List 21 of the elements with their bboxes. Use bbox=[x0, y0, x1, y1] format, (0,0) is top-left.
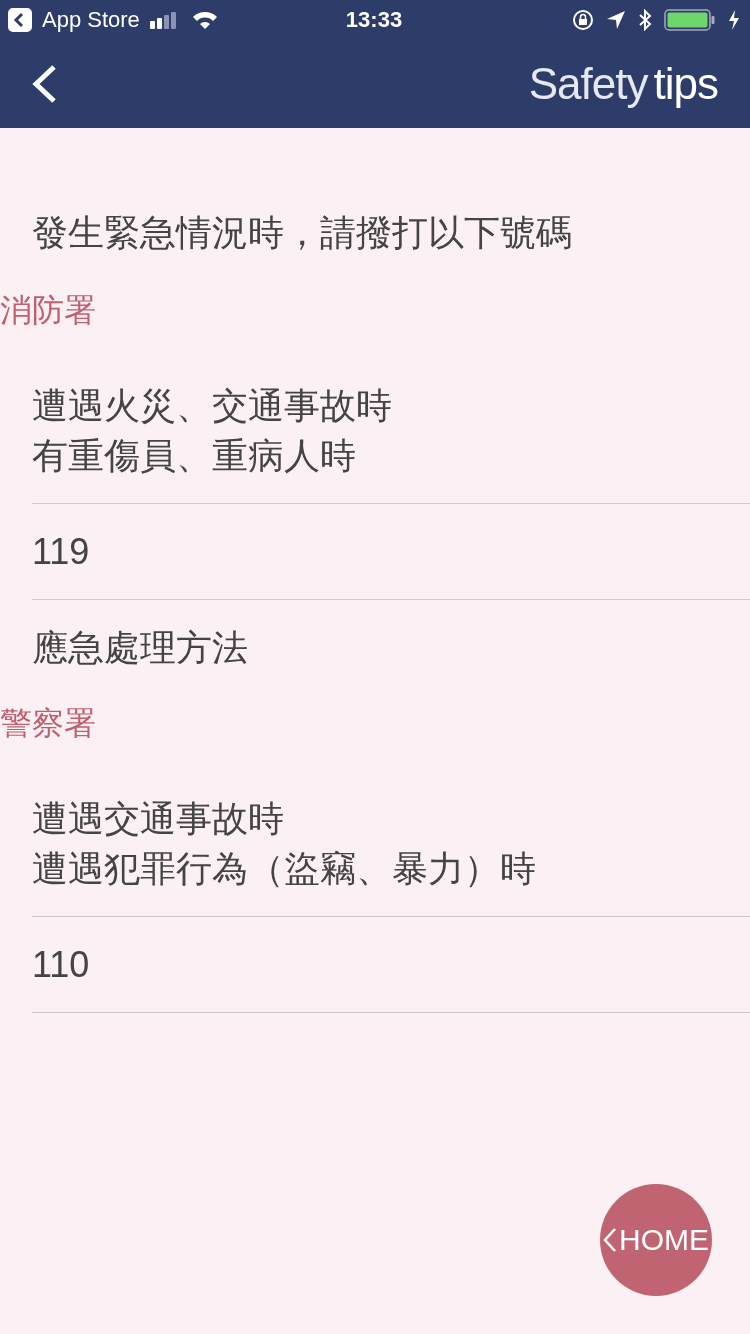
rotation-lock-icon bbox=[572, 9, 594, 31]
wifi-icon bbox=[191, 10, 218, 30]
section-heading: 警察署 bbox=[0, 704, 97, 743]
description-text: 遭遇交通事故時 遭遇犯罪行為（盜竊、暴力）時 bbox=[32, 797, 537, 891]
clock-time: 13:33 bbox=[345, 7, 403, 33]
location-arrow-icon bbox=[606, 10, 626, 30]
charging-bolt-icon bbox=[728, 10, 740, 30]
intro-text: 發生緊急情況時，請撥打以下號碼 bbox=[31, 211, 573, 255]
phone-number[interactable]: 119 bbox=[32, 527, 750, 577]
battery-icon bbox=[664, 9, 716, 31]
back-icon[interactable] bbox=[8, 8, 32, 32]
bluetooth-icon bbox=[638, 9, 652, 31]
first-aid-link[interactable]: 應急處理方法 bbox=[32, 623, 248, 673]
back-app-label[interactable]: App Store bbox=[42, 7, 140, 33]
chevron-left-icon bbox=[603, 1227, 617, 1253]
home-button[interactable]: HOME bbox=[600, 1184, 712, 1296]
back-chevron-icon[interactable] bbox=[30, 64, 58, 104]
description-text: 遭遇火災、交通事故時 有重傷員、重病人時 bbox=[32, 384, 393, 478]
page-title: Safetytips bbox=[528, 59, 718, 109]
phone-number[interactable]: 110 bbox=[32, 940, 750, 990]
section-heading: 消防署 bbox=[0, 291, 97, 330]
